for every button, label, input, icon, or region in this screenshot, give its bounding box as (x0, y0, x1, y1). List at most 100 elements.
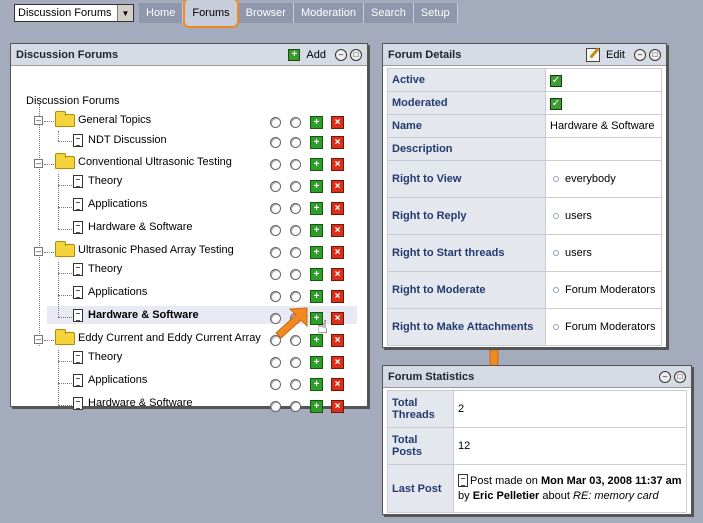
minimize-icon[interactable]: – (335, 48, 347, 61)
tree-group-general-topics[interactable]: General Topics (55, 110, 151, 130)
delete-icon[interactable]: × (331, 135, 344, 149)
chevron-down-icon[interactable]: ▼ (117, 5, 133, 21)
move-down-radio[interactable] (290, 400, 301, 412)
move-up-radio[interactable] (270, 180, 281, 192)
delete-icon[interactable]: × (331, 223, 344, 237)
minimize-icon[interactable]: – (659, 370, 671, 383)
move-down-radio[interactable] (290, 202, 301, 214)
maximize-icon[interactable]: □ (350, 48, 362, 61)
move-up-radio[interactable] (270, 224, 281, 236)
maximize-icon[interactable]: □ (649, 48, 661, 61)
tab-forums[interactable]: Forums (183, 0, 239, 28)
minimize-icon[interactable]: – (634, 48, 646, 61)
move-up-radio[interactable] (270, 246, 281, 258)
tab-search[interactable]: Search (364, 3, 414, 23)
move-up-radio[interactable] (270, 268, 281, 280)
tree-item[interactable]: Theory (73, 259, 122, 279)
add-icon[interactable]: + (288, 48, 301, 61)
move-down-radio[interactable] (290, 246, 301, 258)
move-up-radio[interactable] (270, 290, 281, 302)
tree-item[interactable]: Applications (73, 282, 147, 302)
edit-icon[interactable] (586, 47, 601, 62)
add-subforum-icon[interactable]: + (310, 355, 323, 369)
tree-item[interactable]: Hardware & Software (73, 393, 193, 413)
delete-icon[interactable]: × (331, 245, 344, 259)
delete-icon[interactable]: × (331, 115, 344, 129)
delete-icon[interactable]: × (331, 289, 344, 303)
move-up-radio[interactable] (270, 136, 281, 148)
delete-icon[interactable]: × (331, 311, 344, 325)
tree-item-label: Hardware & Software (88, 221, 193, 233)
add-subforum-icon[interactable]: + (310, 245, 323, 259)
add-subforum-icon[interactable]: + (310, 157, 323, 171)
forum-select[interactable]: Discussion Forums ▼ (14, 4, 134, 22)
tree-item[interactable]: NDT Discussion (73, 130, 167, 150)
move-up-radio[interactable] (270, 356, 281, 368)
add-subforum-icon[interactable]: + (310, 223, 323, 237)
move-down-radio[interactable] (290, 116, 301, 128)
document-icon (73, 262, 83, 276)
tree-group-eddy-current[interactable]: Eddy Current and Eddy Current Array (55, 328, 261, 348)
collapse-icon[interactable]: – (34, 247, 43, 256)
tree-group-conventional-ut[interactable]: Conventional Ultrasonic Testing (55, 152, 232, 172)
tree-item[interactable]: Theory (73, 347, 122, 367)
row-controls: + × (270, 374, 344, 394)
add-subforum-icon[interactable]: + (310, 115, 323, 129)
tree-item[interactable]: Theory (73, 171, 122, 191)
total-posts-label-line2: Posts (392, 446, 422, 458)
edit-button[interactable]: Edit (606, 49, 625, 61)
move-down-radio[interactable] (290, 224, 301, 236)
last-post-subject[interactable]: RE: memory card (573, 490, 659, 502)
tree-item-label: Theory (88, 351, 123, 363)
move-up-radio[interactable] (270, 158, 281, 170)
orange-arrow-icon (275, 307, 308, 339)
tree-root[interactable]: Discussion Forums (26, 91, 120, 111)
delete-icon[interactable]: × (331, 377, 344, 391)
tab-home[interactable]: Home (139, 3, 184, 23)
collapse-icon[interactable]: – (34, 159, 43, 168)
move-down-radio[interactable] (290, 136, 301, 148)
move-down-radio[interactable] (290, 158, 301, 170)
move-up-radio[interactable] (270, 116, 281, 128)
last-post-author[interactable]: Eric Pelletier (473, 490, 540, 502)
last-post-date[interactable]: Mon Mar 03, 2008 11:37 am (541, 475, 682, 487)
move-up-radio[interactable] (270, 378, 281, 390)
add-subforum-icon[interactable]: + (310, 289, 323, 303)
tab-browser[interactable]: Browser (238, 3, 294, 23)
delete-icon[interactable]: × (331, 157, 344, 171)
move-down-radio[interactable] (290, 290, 301, 302)
delete-icon[interactable]: × (331, 333, 344, 347)
tree-item[interactable]: Applications (73, 194, 147, 214)
tree-item[interactable]: Applications (73, 370, 147, 390)
collapse-icon[interactable]: – (34, 335, 43, 344)
move-up-radio[interactable] (270, 202, 281, 214)
delete-icon[interactable]: × (331, 355, 344, 369)
add-subforum-icon[interactable]: + (310, 135, 323, 149)
delete-icon[interactable]: × (331, 201, 344, 215)
last-post-value: Post made on Mon Mar 03, 2008 11:37 am b… (453, 464, 687, 513)
move-down-radio[interactable] (290, 268, 301, 280)
tree-group-phased-array[interactable]: Ultrasonic Phased Array Testing (55, 240, 234, 260)
add-subforum-icon[interactable]: + (310, 267, 323, 281)
add-subforum-icon[interactable]: + (310, 179, 323, 193)
move-down-radio[interactable] (290, 356, 301, 368)
tab-moderation[interactable]: Moderation (293, 3, 365, 23)
delete-icon[interactable]: × (331, 179, 344, 193)
row-controls: + × (270, 264, 344, 284)
collapse-icon[interactable]: – (34, 116, 43, 125)
delete-icon[interactable]: × (331, 399, 344, 413)
delete-icon[interactable]: × (331, 267, 344, 281)
tree-item[interactable]: Hardware & Software (73, 217, 193, 237)
add-subforum-icon[interactable]: + (310, 399, 323, 413)
move-down-radio[interactable] (290, 378, 301, 390)
bullet-icon (553, 287, 559, 294)
add-subforum-icon[interactable]: + (310, 377, 323, 391)
move-down-radio[interactable] (290, 180, 301, 192)
move-up-radio[interactable] (270, 400, 281, 412)
add-subforum-icon[interactable]: + (310, 201, 323, 215)
document-icon (73, 373, 83, 387)
maximize-icon[interactable]: □ (674, 370, 686, 383)
tree-item-selected[interactable]: Hardware & Software (73, 305, 199, 325)
add-forum-button[interactable]: Add (306, 49, 326, 61)
tab-setup[interactable]: Setup (413, 3, 458, 23)
